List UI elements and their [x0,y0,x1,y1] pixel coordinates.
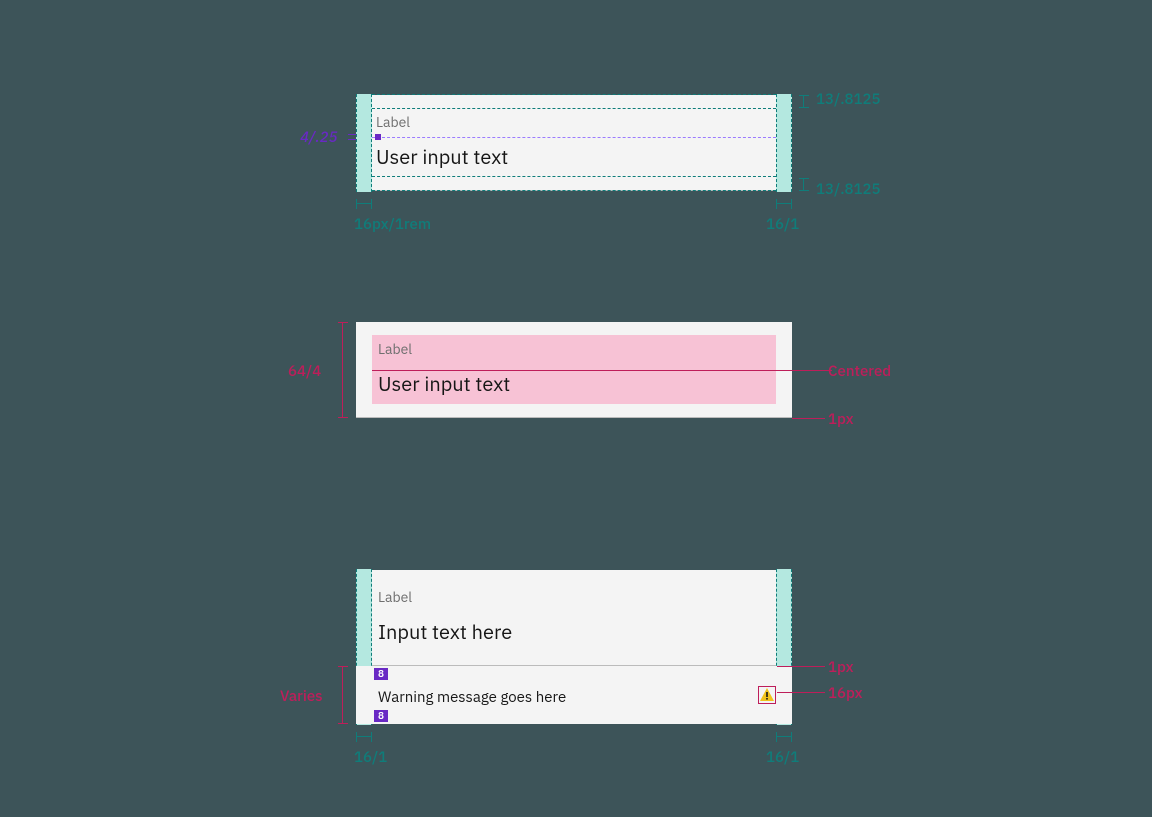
spacing-marker [375,134,381,140]
measure-bracket [356,732,372,742]
spacing-badge: 8 [374,668,388,680]
input-label: Label [376,113,410,131]
annotation-gap: 4/.25 [300,128,338,147]
measure-bracket [776,732,792,742]
spacing-badge: 8 [374,710,388,722]
guide-line [372,94,776,95]
leader-line [777,692,825,693]
input-value: User input text [378,370,510,397]
annotation-padding-bottom: 13/.8125 [816,180,881,199]
measure-bracket [799,95,809,108]
annotation-padding-top: 13/.8125 [816,90,881,109]
measure-bracket [799,178,809,191]
annotation-padding-left: 16/1 [354,748,387,767]
annotation-padding-right: 16/1 [766,215,799,234]
measure-bracket [776,199,792,209]
annotation-varies: Varies [280,687,323,706]
spec-canvas: Label User input text 4/.25 13/.8125 13/… [0,0,1152,817]
text-input-spec-height: Label User input text [356,322,792,418]
leader-line [792,418,825,419]
measure-tick [348,134,356,140]
input-value: Input text here [378,618,512,645]
input-label: Label [378,340,412,358]
annotation-centered: Centered [828,362,891,381]
guide-line [372,190,776,191]
warning-message-text: Warning message goes here [378,688,566,707]
text-input-spec-warning: Label Input text here [356,570,792,666]
annotation-divider: 1px [828,658,854,677]
annotation-icon-size: 16px [828,684,863,703]
guide-line [372,137,776,138]
text-input-spec-padding: Label User input text [356,95,792,191]
padding-overlay-left [356,94,372,192]
input-value: User input text [376,143,508,170]
annotation-padding-right: 16/1 [766,748,799,767]
measure-bracket [356,199,372,209]
measure-bracket [338,322,348,418]
annotation-height: 64/4 [288,362,321,381]
measure-bracket [338,666,348,724]
annotation-border: 1px [828,410,854,429]
guide-line [372,108,776,109]
warning-icon [758,686,776,704]
padding-overlay-right [776,94,792,192]
leader-line [777,666,825,667]
guide-line [372,176,776,177]
warning-message-area: Warning message goes here [356,666,792,724]
annotation-padding-left: 16px/1rem [354,215,431,234]
input-label: Label [378,588,412,606]
